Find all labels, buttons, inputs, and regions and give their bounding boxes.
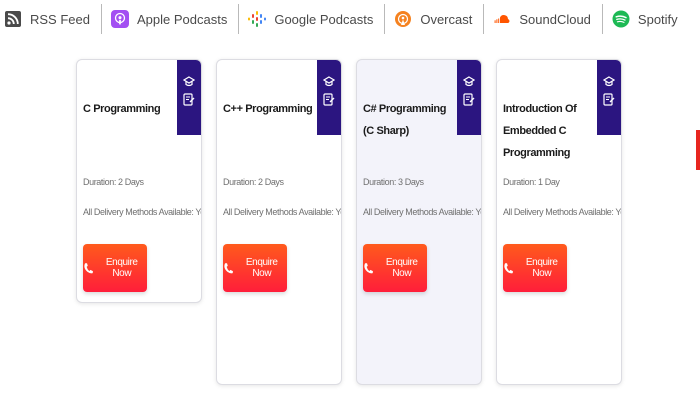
course-delivery-methods: All Delivery Methods Available: Yes <box>83 207 202 217</box>
enquire-now-label: Enquire Now <box>245 257 278 279</box>
card-corner-badge <box>177 60 201 135</box>
graduation-cap-icon <box>603 76 615 87</box>
course-title: C++ Programming <box>223 103 313 115</box>
enquire-now-button[interactable]: Enquire Now <box>503 244 567 292</box>
phone-icon <box>504 262 513 273</box>
enquire-now-label: Enquire Now <box>385 257 418 279</box>
rss-icon <box>4 10 22 28</box>
card-corner-badge <box>317 60 341 135</box>
certificate-icon <box>183 93 195 106</box>
enquire-now-label: Enquire Now <box>525 257 558 279</box>
course-duration: Duration: 2 Days <box>83 177 144 187</box>
card-corner-badge <box>457 60 481 135</box>
overcast-label: Overcast <box>420 11 473 27</box>
spotify-link[interactable]: Spotify <box>603 4 689 34</box>
course-duration: Duration: 3 Days <box>363 177 424 187</box>
apple-podcasts-link[interactable]: Apple Podcasts <box>102 4 240 34</box>
soundcloud-icon <box>493 10 511 28</box>
graduation-cap-icon <box>323 76 335 87</box>
course-title: C Programming <box>83 103 161 115</box>
enquire-now-button[interactable]: Enquire Now <box>363 244 427 292</box>
course-card: C# Programming (C Sharp) Duration: 3 Day… <box>356 59 482 385</box>
soundcloud-link[interactable]: SoundCloud <box>484 4 603 34</box>
spotify-icon <box>612 10 630 28</box>
phone-icon <box>84 262 93 273</box>
phone-icon <box>364 262 373 273</box>
course-delivery-methods: All Delivery Methods Available: Yes <box>223 207 342 217</box>
rss-feed-link[interactable]: RSS Feed <box>0 4 102 34</box>
google-podcasts-link[interactable]: Google Podcasts <box>239 4 386 34</box>
enquire-now-button[interactable]: Enquire Now <box>223 244 287 292</box>
graduation-cap-icon <box>463 76 475 87</box>
graduation-cap-icon <box>183 76 195 87</box>
course-delivery-methods: All Delivery Methods Available: Yes <box>503 207 622 217</box>
course-duration: Duration: 2 Days <box>223 177 284 187</box>
course-card: C Programming Duration: 2 Days All Deliv… <box>76 59 202 303</box>
certificate-icon <box>323 93 335 106</box>
apple-podcasts-label: Apple Podcasts <box>136 11 228 27</box>
course-delivery-methods: All Delivery Methods Available: Yes <box>363 207 482 217</box>
soundcloud-label: SoundCloud <box>519 11 591 27</box>
course-card: C++ Programming Duration: 2 Days All Del… <box>216 59 342 385</box>
google-podcasts-label: Google Podcasts <box>274 11 374 27</box>
enquire-now-label: Enquire Now <box>105 257 138 279</box>
course-card: Introduction Of Embedded C Programming D… <box>496 59 622 385</box>
podcast-links-bar: RSS Feed Apple Podcasts Google Podcasts … <box>0 0 700 38</box>
apple-podcasts-icon <box>110 10 129 28</box>
phone-icon <box>224 262 233 273</box>
course-title: C# Programming (C Sharp) <box>363 103 447 137</box>
course-title: Introduction Of Embedded C Programming <box>503 103 577 159</box>
overcast-icon <box>394 10 412 28</box>
card-corner-badge <box>597 60 621 135</box>
course-duration: Duration: 1 Day <box>503 177 560 187</box>
edge-accent-bar <box>696 130 700 170</box>
certificate-icon <box>603 93 615 106</box>
rss-feed-label: RSS Feed <box>30 11 90 27</box>
overcast-link[interactable]: Overcast <box>385 4 485 34</box>
certificate-icon <box>463 93 475 106</box>
enquire-now-button[interactable]: Enquire Now <box>83 244 147 292</box>
spotify-label: Spotify <box>637 11 678 27</box>
google-podcasts-icon <box>248 10 267 28</box>
